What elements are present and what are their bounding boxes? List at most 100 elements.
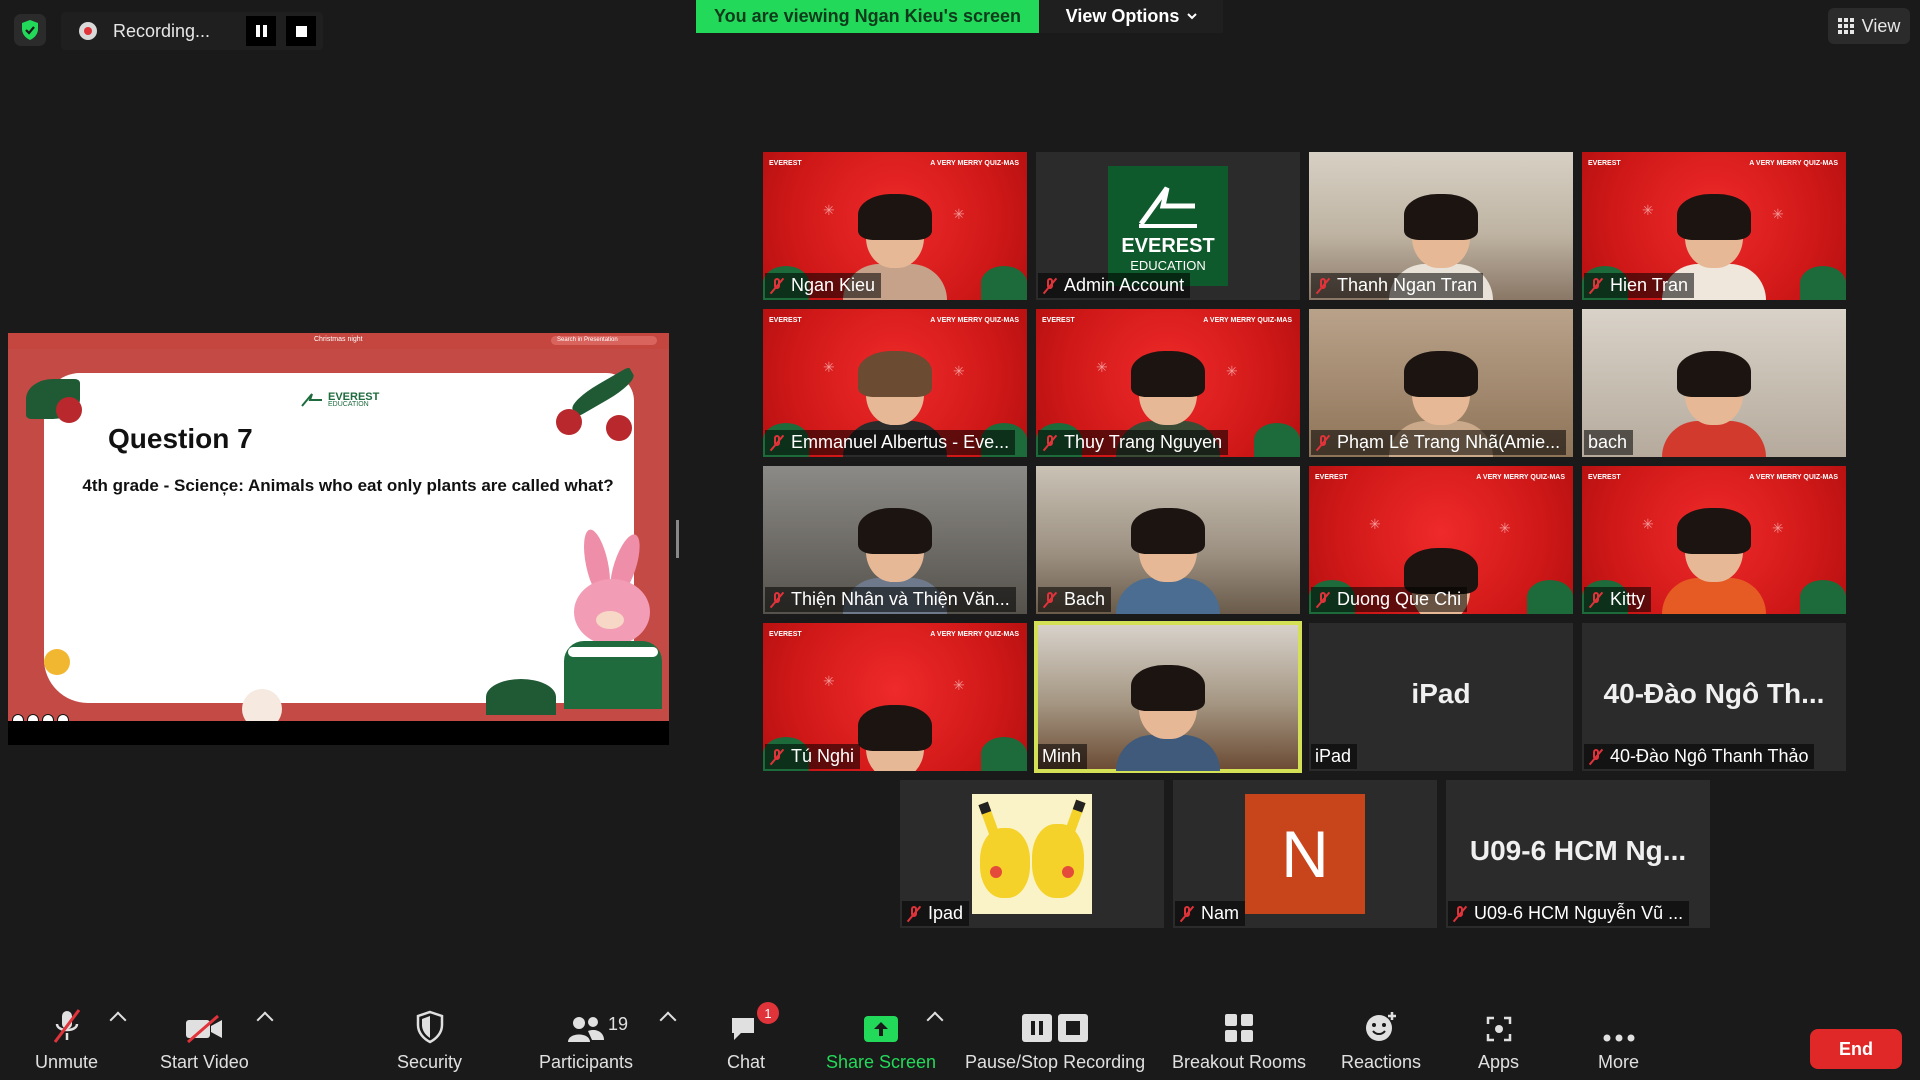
audio-options-caret-icon[interactable] (109, 1011, 127, 1029)
snowflake-icon: ✳ (1772, 520, 1784, 536)
chat-button[interactable]: 1 Chat (727, 1002, 780, 1073)
participants-button[interactable]: 19 Participants (539, 1008, 633, 1073)
xmas-overlay-tag: A VERY MERRY QUIZ-MAS (1749, 160, 1838, 167)
participants-caret-icon[interactable] (659, 1011, 677, 1029)
breakout-rooms-button[interactable]: Breakout Rooms (1172, 1008, 1306, 1073)
participant-tile[interactable]: Thiện Nhân và Thiện Văn... (763, 466, 1027, 614)
security-label: Security (397, 1052, 463, 1072)
chat-label: Chat (727, 1052, 766, 1072)
apps-button[interactable]: Apps (1478, 1008, 1519, 1073)
more-button[interactable]: More (1598, 1008, 1639, 1073)
muted-mic-icon (1588, 748, 1604, 766)
participant-tile[interactable]: Thanh Ngan Tran (1309, 152, 1573, 300)
participant-display-name: 40-Đào Ngô Th... (1603, 678, 1825, 709)
participant-tile[interactable]: EVEREST A VERY MERRY QUIZ-MAS ✳ ✳ Duong Que … (1309, 466, 1573, 614)
snowflake-icon: ✳ (823, 673, 835, 689)
participant-name-label: Thuy Trang Nguyen (1038, 430, 1229, 455)
participant-tile-active-speaker[interactable]: Minh (1034, 621, 1302, 773)
apps-label: Apps (1478, 1052, 1520, 1072)
grid-icon (1837, 18, 1854, 34)
participant-tile[interactable]: N Nam (1173, 780, 1437, 928)
participant-tile[interactable]: iPad iPad (1309, 623, 1573, 771)
participant-name-label: iPad (1311, 744, 1358, 769)
muted-mic-icon (1042, 277, 1058, 295)
view-layout-button[interactable]: View (1828, 8, 1910, 44)
video-off-icon (186, 1014, 223, 1044)
security-shield-icon[interactable] (14, 14, 46, 46)
pause-stop-icon (1022, 1014, 1089, 1042)
participant-name-label: bach (1584, 430, 1634, 455)
participant-name: Thanh Ngan Tran (1337, 275, 1478, 295)
stop-icon (295, 25, 307, 37)
slide-controls[interactable] (12, 714, 69, 721)
participant-initial-avatar: N (1245, 794, 1365, 914)
viewing-screen-banner: You are viewing Ngan Kieu's screen (696, 0, 1039, 33)
slide-control-icon[interactable] (57, 714, 69, 721)
participant-tile[interactable]: Bach (1036, 466, 1300, 614)
participant-tile[interactable]: Phạm Lê Trang Nhã(Amie... (1309, 309, 1573, 457)
slide-control-icon[interactable] (12, 714, 24, 721)
participant-display-name: iPad (1411, 678, 1471, 709)
participant-tile[interactable]: EVEREST EDUCATION Admin Account (1036, 152, 1300, 300)
participant-tile[interactable]: EVEREST A VERY MERRY QUIZ-MAS ✳ ✳ Ngan Kieu (763, 152, 1027, 300)
security-button[interactable]: Security (397, 1008, 462, 1073)
question-title: Question 7 (108, 423, 253, 454)
unmute-label: Unmute (35, 1052, 99, 1072)
more-label: More (1598, 1052, 1640, 1072)
participant-tile[interactable]: bach (1582, 309, 1846, 457)
pause-stop-recording-button[interactable]: Pause/Stop Recording (965, 1008, 1145, 1073)
bunny-illustration (556, 527, 666, 709)
breakout-rooms-label: Breakout Rooms (1172, 1052, 1307, 1072)
view-options-button[interactable]: View Options (1040, 0, 1223, 33)
participant-tile[interactable]: EVEREST A VERY MERRY QUIZ-MAS ✳ ✳ Hien Tran (1582, 152, 1846, 300)
xmas-overlay-logo: EVEREST (1588, 474, 1621, 481)
participant-name-label: Phạm Lê Trang Nhã(Amie... (1311, 430, 1567, 455)
pikachu-avatar (972, 794, 1092, 914)
muted-mic-icon (1452, 905, 1468, 923)
xmas-overlay-tag: A VERY MERRY QUIZ-MAS (1203, 317, 1292, 324)
start-video-button[interactable]: Start Video (160, 1008, 249, 1073)
split-view-divider[interactable] (676, 520, 679, 558)
pause-stop-label: Pause/Stop Recording (965, 1052, 1146, 1072)
shared-screen[interactable]: Christmas night Search in Presentation E… (8, 333, 669, 745)
snowflake-icon: ✳ (1369, 516, 1381, 532)
unmute-button[interactable]: Unmute (35, 1008, 98, 1073)
video-options-caret-icon[interactable] (256, 1011, 274, 1029)
more-dots-icon (1603, 1034, 1634, 1042)
muted-mic-icon (1315, 277, 1331, 295)
participant-name: Nam (1201, 903, 1240, 923)
participant-tile[interactable]: Ipad (900, 780, 1164, 928)
snowflake-icon: ✳ (953, 206, 965, 222)
participant-name: Thuy Trang Nguyen (1064, 432, 1223, 452)
slide-control-icon[interactable] (27, 714, 39, 721)
shield-icon (416, 1010, 443, 1044)
end-meeting-label: End (1839, 1038, 1873, 1059)
participant-video-person (1662, 351, 1766, 457)
slide-control-icon[interactable] (42, 714, 54, 721)
share-screen-button[interactable]: Share Screen (826, 1008, 936, 1073)
participant-tile[interactable]: EVEREST A VERY MERRY QUIZ-MAS ✳ ✳ Emmanuel A… (763, 309, 1027, 457)
participant-name: Minh (1042, 746, 1082, 766)
participant-tile[interactable]: EVEREST A VERY MERRY QUIZ-MAS ✳ ✳ Thuy Trang… (1036, 309, 1300, 457)
reactions-button[interactable]: Reactions (1341, 1008, 1421, 1073)
participant-tile[interactable]: 40-Đào Ngô Th... 40-Đào Ngô Thanh Thảo (1582, 623, 1846, 771)
tree-decoration (981, 266, 1027, 300)
xmas-overlay-tag: A VERY MERRY QUIZ-MAS (1749, 474, 1838, 481)
everest-logo-icon (301, 392, 322, 407)
participant-name: U09-6 HCM Nguyễn Vũ ... (1474, 903, 1684, 923)
participant-name: Phạm Lê Trang Nhã(Amie... (1337, 432, 1561, 452)
everest-logo-sub: EDUCATION (1130, 258, 1206, 273)
pause-recording-button[interactable] (246, 16, 276, 46)
participant-name-label: Ipad (902, 901, 970, 926)
end-meeting-button[interactable]: End (1810, 1029, 1902, 1069)
participant-name-label: Thiện Nhân và Thiện Văn... (765, 587, 1016, 612)
xmas-overlay-logo: EVEREST (1042, 317, 1075, 324)
snowflake-icon: ✳ (823, 359, 835, 375)
participant-tile[interactable]: EVEREST A VERY MERRY QUIZ-MAS ✳ ✳ Tú Nghi (763, 623, 1027, 771)
xmas-overlay-logo: EVEREST (769, 317, 802, 324)
stop-recording-button[interactable] (286, 16, 316, 46)
participant-name-label: Admin Account (1038, 273, 1191, 298)
participant-tile[interactable]: EVEREST A VERY MERRY QUIZ-MAS ✳ ✳ Kitty (1582, 466, 1846, 614)
participant-name: Ipad (928, 903, 964, 923)
participant-tile[interactable]: U09-6 HCM Ng... U09-6 HCM Nguyễn Vũ ... (1446, 780, 1710, 928)
